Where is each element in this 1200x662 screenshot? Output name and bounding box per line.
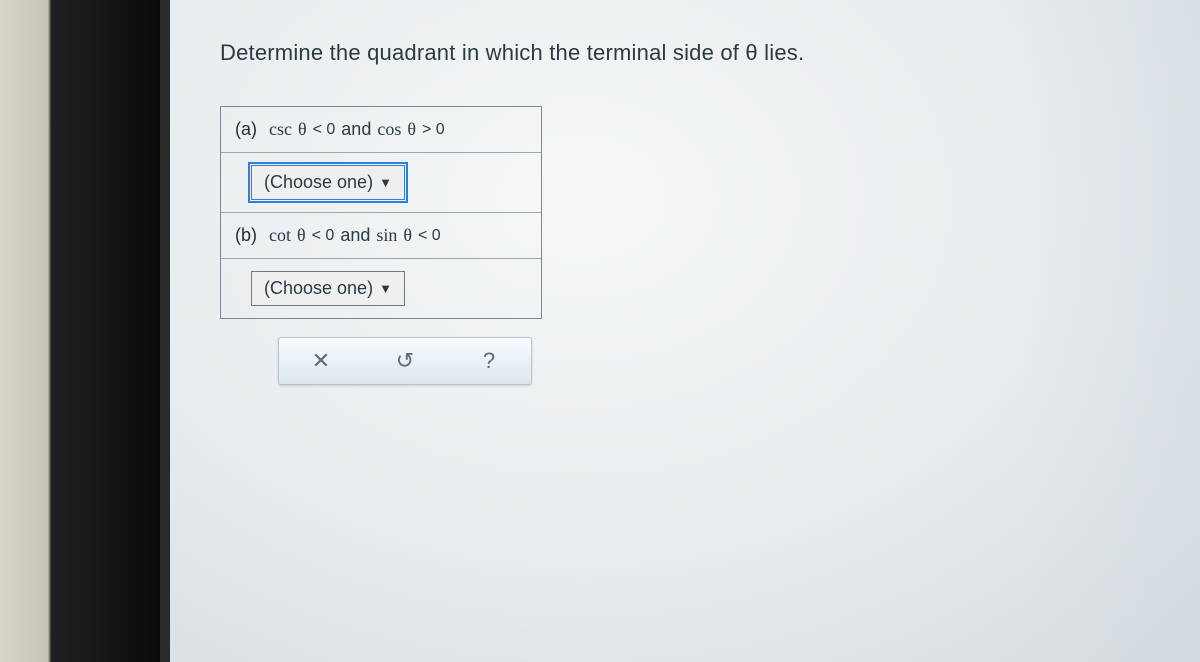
part-a-rel1: < 0 xyxy=(313,121,336,139)
reset-icon: ↺ xyxy=(396,348,414,374)
clear-button[interactable]: ✕ xyxy=(297,345,345,377)
theta-b2: θ xyxy=(403,225,412,246)
theta-a1: θ xyxy=(298,119,307,140)
part-b-condition: (b) cot θ < 0 and sin θ < 0 xyxy=(221,213,541,259)
content-area: Determine the quadrant in which the term… xyxy=(170,0,1200,662)
reset-button[interactable]: ↺ xyxy=(381,345,429,377)
chevron-down-icon: ▼ xyxy=(379,281,392,296)
part-a-dropdown-text: (Choose one) xyxy=(264,172,373,193)
part-a-rel2: > 0 xyxy=(422,121,445,139)
part-b-func1: cot xyxy=(269,225,291,246)
part-a-func2: cos xyxy=(377,119,401,140)
part-b-label: (b) xyxy=(235,225,257,246)
monitor-bezel xyxy=(0,0,160,662)
theta-a2: θ xyxy=(407,119,416,140)
part-b-answer-row: (Choose one) ▼ xyxy=(221,259,541,318)
part-b-dropdown-text: (Choose one) xyxy=(264,278,373,299)
part-b-rel1: < 0 xyxy=(312,227,335,245)
theta-b1: θ xyxy=(297,225,306,246)
part-a-dropdown[interactable]: (Choose one) ▼ xyxy=(251,165,405,200)
help-icon: ? xyxy=(483,348,495,374)
part-b-conj: and xyxy=(340,225,370,246)
part-a-conj: and xyxy=(341,119,371,140)
question-text: Determine the quadrant in which the term… xyxy=(220,40,1150,66)
close-icon: ✕ xyxy=(312,348,330,374)
part-b-rel2: < 0 xyxy=(418,227,441,245)
screen-glare xyxy=(1020,0,1200,662)
action-toolbar: ✕ ↺ ? xyxy=(278,337,532,385)
part-a-func1: csc xyxy=(269,119,292,140)
help-button[interactable]: ? xyxy=(465,345,513,377)
answer-panel: (a) csc θ < 0 and cos θ > 0 (Choose one)… xyxy=(220,106,542,319)
part-a-condition: (a) csc θ < 0 and cos θ > 0 xyxy=(221,107,541,153)
chevron-down-icon: ▼ xyxy=(379,175,392,190)
part-b-dropdown[interactable]: (Choose one) ▼ xyxy=(251,271,405,306)
part-a-label: (a) xyxy=(235,119,257,140)
part-b-func2: sin xyxy=(376,225,397,246)
part-a-answer-row: (Choose one) ▼ xyxy=(221,153,541,213)
